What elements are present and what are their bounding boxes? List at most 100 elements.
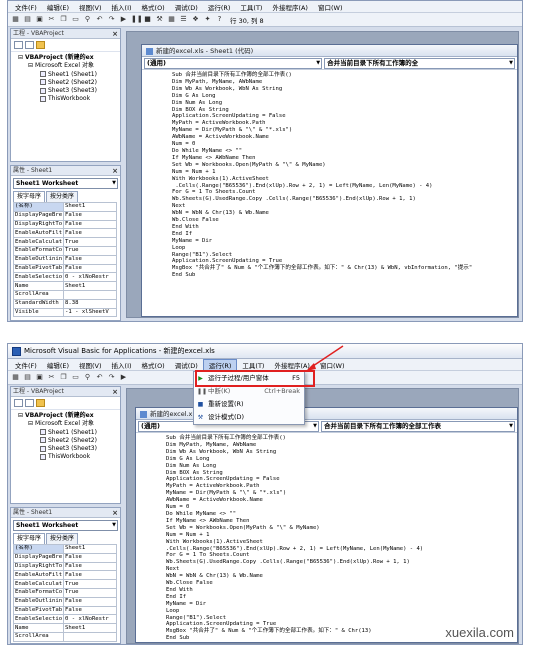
property-row[interactable]: Name Sheet1 xyxy=(13,623,117,633)
tree-node-sheet2[interactable]: Sheet2 (Sheet2) xyxy=(14,79,117,87)
design-mode-item[interactable]: ⚒ 设计模式(D) xyxy=(194,411,304,424)
menu-format[interactable]: 格式(O) xyxy=(137,2,170,12)
property-value[interactable]: False xyxy=(63,228,117,239)
property-value[interactable]: False xyxy=(63,219,117,230)
paste-icon[interactable]: ▭ xyxy=(71,15,80,24)
property-row[interactable]: ScrollArea xyxy=(13,631,117,642)
property-value[interactable]: -1 - xlSheetV xyxy=(63,307,117,318)
menu-view[interactable]: 视图(V) xyxy=(74,2,107,12)
view-code-icon[interactable] xyxy=(14,41,23,49)
property-row[interactable]: EnableAutoFilt False xyxy=(13,570,117,581)
close-icon[interactable]: × xyxy=(112,508,118,518)
undo-icon[interactable]: ↶ xyxy=(95,373,104,382)
property-value[interactable]: 8.38 xyxy=(63,298,117,309)
toggle-folders-icon[interactable] xyxy=(36,41,45,49)
excel-icon[interactable]: ▦ xyxy=(11,15,20,24)
property-row[interactable]: ScrollArea xyxy=(13,289,117,300)
menu-debug[interactable]: 调试(D) xyxy=(170,360,203,370)
property-value[interactable]: False xyxy=(63,210,117,221)
menu-insert[interactable]: 插入(I) xyxy=(107,2,137,12)
property-value[interactable]: 0 - xlNoRestr xyxy=(63,272,117,283)
menu-tools[interactable]: 工具(T) xyxy=(237,360,269,370)
property-value[interactable]: True xyxy=(63,587,117,598)
tree-node-excel-objects[interactable]: ⊟ Microsoft Excel 对象 xyxy=(14,62,117,70)
tree-node-thisworkbook[interactable]: ThisWorkbook xyxy=(14,95,117,103)
property-row[interactable]: EnableCalculat True xyxy=(13,579,117,589)
property-value[interactable]: False xyxy=(63,570,117,581)
run-icon[interactable]: ▶ xyxy=(119,373,128,382)
object-dropdown[interactable]: (通用) ▼ xyxy=(144,58,323,69)
property-row[interactable]: EnablePivotTab False xyxy=(13,263,117,274)
excel-icon[interactable]: ▦ xyxy=(11,373,20,382)
tab-alphabetic[interactable]: 按字母序 xyxy=(13,191,46,202)
copy-icon[interactable]: ❐ xyxy=(59,373,68,382)
property-row[interactable]: EnableSelectio 0 - xlNoRestr xyxy=(13,614,117,625)
undo-icon[interactable]: ↶ xyxy=(95,15,104,24)
tab-alphabetic[interactable]: 按字母序 xyxy=(13,533,46,544)
toggle-folders-icon[interactable] xyxy=(36,399,45,407)
property-value[interactable]: False xyxy=(63,596,117,607)
property-row[interactable]: StandardWidth 8.38 xyxy=(13,298,117,309)
property-row[interactable]: DisplayRightTo False xyxy=(13,561,117,572)
menu-file[interactable]: 文件(F) xyxy=(10,360,42,370)
property-value[interactable] xyxy=(63,289,117,300)
menu-debug[interactable]: 调试(D) xyxy=(170,2,203,12)
view-object-icon[interactable] xyxy=(25,41,34,49)
property-row[interactable]: (名称) Sheet1 xyxy=(13,202,117,212)
menu-file[interactable]: 文件(F) xyxy=(10,2,42,12)
redo-icon[interactable]: ↷ xyxy=(107,373,116,382)
find-icon[interactable]: ⚲ xyxy=(83,373,92,382)
property-row[interactable]: Visible -1 - xlSheetV xyxy=(13,307,117,318)
copy-icon[interactable]: ❐ xyxy=(59,15,68,24)
menu-view[interactable]: 视图(V) xyxy=(74,360,107,370)
menu-edit[interactable]: 编辑(E) xyxy=(42,360,74,370)
tree-node-sheet2[interactable]: Sheet2 (Sheet2) xyxy=(14,437,117,445)
property-row[interactable]: DisplayPageBre False xyxy=(13,210,117,221)
help-icon[interactable]: ? xyxy=(215,15,224,24)
property-row[interactable]: Name Sheet1 xyxy=(13,281,117,291)
paste-icon[interactable]: ▭ xyxy=(71,373,80,382)
tree-node-sheet3[interactable]: Sheet3 (Sheet3) xyxy=(14,87,117,95)
code-editor[interactable]: Sub 合并当前目录下所有工作簿的全部工作表() Dim MyPath, MyN… xyxy=(136,433,517,642)
view-object-icon[interactable] xyxy=(25,399,34,407)
project-explorer-icon[interactable]: ▦ xyxy=(167,15,176,24)
insert-module-icon[interactable]: ▤ xyxy=(23,373,32,382)
property-row[interactable]: EnableOutlinin False xyxy=(13,254,117,265)
property-value[interactable]: False xyxy=(63,561,117,572)
procedure-dropdown[interactable]: 合并当前目录下所有工作簿的全部工作表 ▼ xyxy=(320,421,515,432)
tree-node-thisworkbook[interactable]: ThisWorkbook xyxy=(14,453,117,461)
pause-icon[interactable]: ❚❚ xyxy=(131,15,143,24)
property-row[interactable]: EnableFormatCo True xyxy=(13,587,117,598)
cut-icon[interactable]: ✂ xyxy=(47,15,56,24)
menu-run[interactable]: 运行(R) xyxy=(203,2,236,12)
object-combo[interactable]: Sheet1 Worksheet ▼ xyxy=(13,178,118,189)
tree-node-excel-objects[interactable]: ⊟ Microsoft Excel 对象 xyxy=(14,420,117,428)
property-value[interactable]: Sheet1 xyxy=(63,202,117,212)
property-row[interactable]: EnablePivotTab False xyxy=(13,605,117,616)
property-value[interactable]: True xyxy=(63,579,117,589)
property-row[interactable]: DisplayRightTo False xyxy=(13,219,117,230)
tab-categorized[interactable]: 按分类序 xyxy=(46,533,79,544)
property-value[interactable]: False xyxy=(63,263,117,274)
properties-icon[interactable]: ☰ xyxy=(179,15,188,24)
property-row[interactable]: (名称) Sheet1 xyxy=(13,544,117,554)
menu-window[interactable]: 窗口(W) xyxy=(313,2,348,12)
procedure-dropdown[interactable]: 合并当前目录下所有工作簿的全 ▼ xyxy=(324,58,515,69)
close-icon[interactable]: × xyxy=(112,387,118,397)
save-icon[interactable]: ▣ xyxy=(35,15,44,24)
menu-edit[interactable]: 编辑(E) xyxy=(42,2,74,12)
menu-format[interactable]: 格式(O) xyxy=(137,360,170,370)
property-value[interactable] xyxy=(63,631,117,642)
tab-categorized[interactable]: 按分类序 xyxy=(46,191,79,202)
cut-icon[interactable]: ✂ xyxy=(47,373,56,382)
object-combo[interactable]: Sheet1 Worksheet ▼ xyxy=(13,520,118,531)
code-editor[interactable]: Sub 合并当前目录下所有工作簿的全部工作表() Dim MyPath, MyN… xyxy=(142,70,517,279)
property-row[interactable]: EnableFormatCo True xyxy=(13,245,117,256)
stop-icon[interactable]: ■ xyxy=(143,15,152,24)
close-icon[interactable]: × xyxy=(112,166,118,176)
menu-run[interactable]: 运行(R) xyxy=(202,358,238,371)
property-value[interactable]: Sheet1 xyxy=(63,623,117,633)
property-row[interactable]: EnableAutoFilt False xyxy=(13,228,117,239)
property-value[interactable]: Sheet1 xyxy=(63,544,117,554)
property-row[interactable]: DisplayPageBre False xyxy=(13,552,117,563)
